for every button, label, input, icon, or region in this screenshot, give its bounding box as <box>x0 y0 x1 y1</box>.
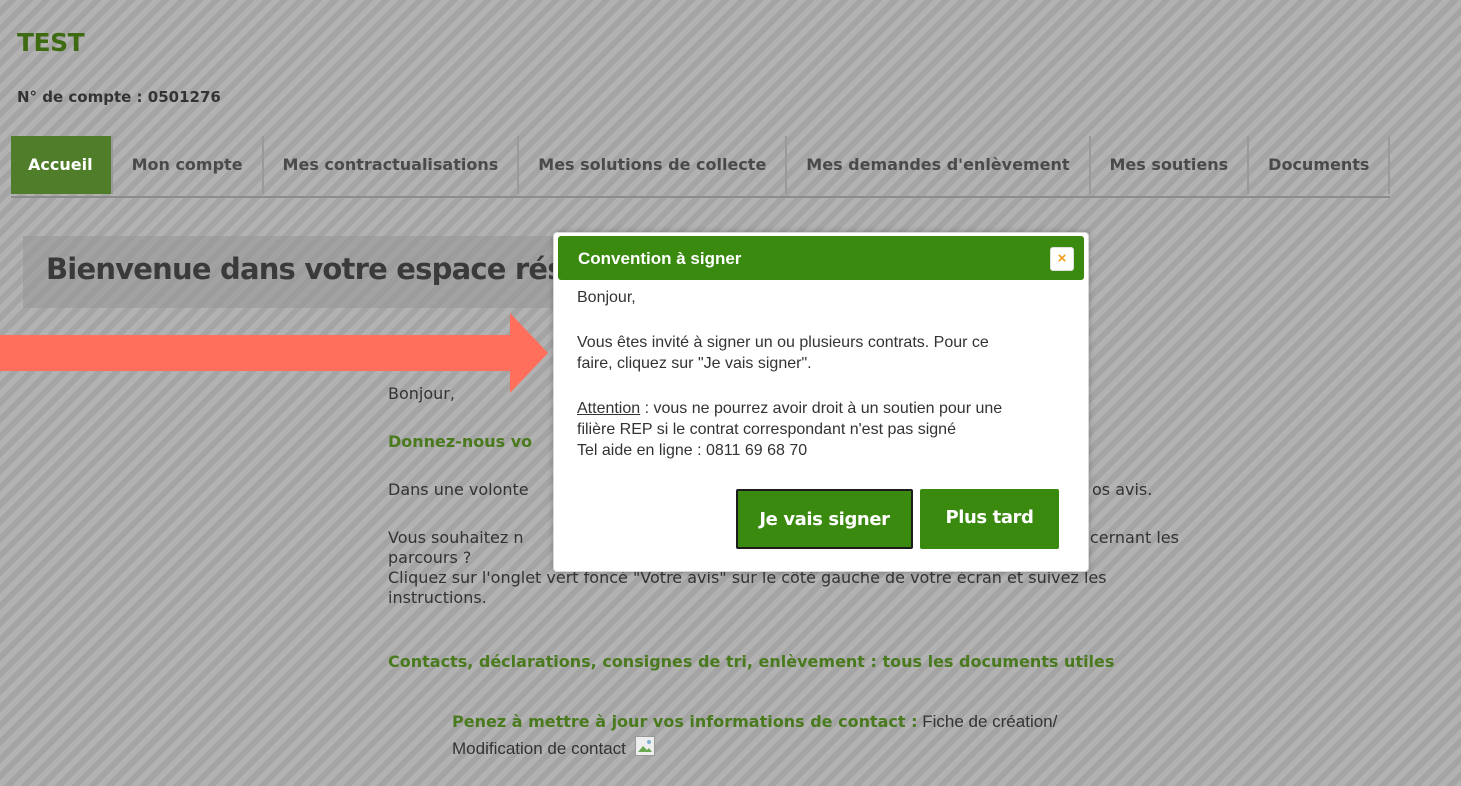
feedback-heading: Donnez-nous vo <box>388 432 533 451</box>
tab-documents[interactable]: Documents <box>1249 136 1391 194</box>
tab-mon-compte[interactable]: Mon compte <box>113 136 264 194</box>
later-button[interactable]: Plus tard <box>920 489 1059 549</box>
dialog-line4: filière REP si le contrat correspondant … <box>577 421 956 438</box>
question-text-left: Vous souhaitez n <box>388 528 524 547</box>
contact-link-text[interactable]: Modification de contact <box>452 739 626 758</box>
contact-link[interactable]: Fiche de création/ <box>918 712 1057 731</box>
dialog-greeting: Bonjour, <box>577 289 636 306</box>
instructions-line2: instructions. <box>388 588 487 607</box>
attention-label: Attention <box>577 400 641 417</box>
tab-accueil[interactable]: Accueil <box>11 136 113 194</box>
tab-mes-demandes-enlevement[interactable]: Mes demandes d'enlèvement <box>787 136 1091 194</box>
attention-text: : vous ne pourrez avoir droit à un souti… <box>640 400 1003 417</box>
app-title: TEST <box>17 28 85 57</box>
question-text-line2: parcours ? <box>388 548 472 567</box>
contact-paragraph: Penez à mettre à jour vos informations d… <box>452 712 1057 732</box>
account-value: 0501276 <box>147 88 221 106</box>
dialog-line1: Vous êtes invité à signer un ou plusieur… <box>577 334 989 351</box>
account-label: N° de compte : <box>17 88 148 106</box>
broken-image-icon <box>634 736 655 756</box>
sign-convention-dialog: Convention à signer × Bonjour, Vous êtes… <box>553 232 1089 572</box>
documents-heading: Contacts, déclarations, consignes de tri… <box>388 652 1115 671</box>
contact-link-line2[interactable]: Modification de contact <box>452 736 655 759</box>
intro-text-right: os avis. <box>1092 480 1153 499</box>
sign-button[interactable]: Je vais signer <box>736 489 913 549</box>
dialog-line2: faire, cliquez sur "Je vais signer". <box>577 355 812 372</box>
contact-label: Penez à mettre à jour vos informations d… <box>452 712 918 731</box>
dialog-attention: Attention : vous ne pourrez avoir droit … <box>577 399 1002 419</box>
account-number: N° de compte : 0501276 <box>17 88 221 106</box>
welcome-title: Bienvenue dans votre espace réservé <box>46 252 634 286</box>
dialog-help-phone: Tel aide en ligne : 0811 69 68 70 <box>577 442 808 459</box>
tab-mes-solutions-de-collecte[interactable]: Mes solutions de collecte <box>519 136 788 194</box>
dialog-header: Convention à signer × <box>558 236 1084 280</box>
close-icon[interactable]: × <box>1050 247 1074 271</box>
dialog-title: Convention à signer <box>578 249 742 268</box>
main-nav: Accueil Mon compte Mes contractualisatio… <box>11 136 1391 198</box>
tab-mes-contractualisations[interactable]: Mes contractualisations <box>264 136 520 194</box>
highlight-arrow-icon <box>0 313 548 393</box>
intro-text-left: Dans une volonte <box>388 480 529 499</box>
tab-mes-soutiens[interactable]: Mes soutiens <box>1091 136 1250 194</box>
